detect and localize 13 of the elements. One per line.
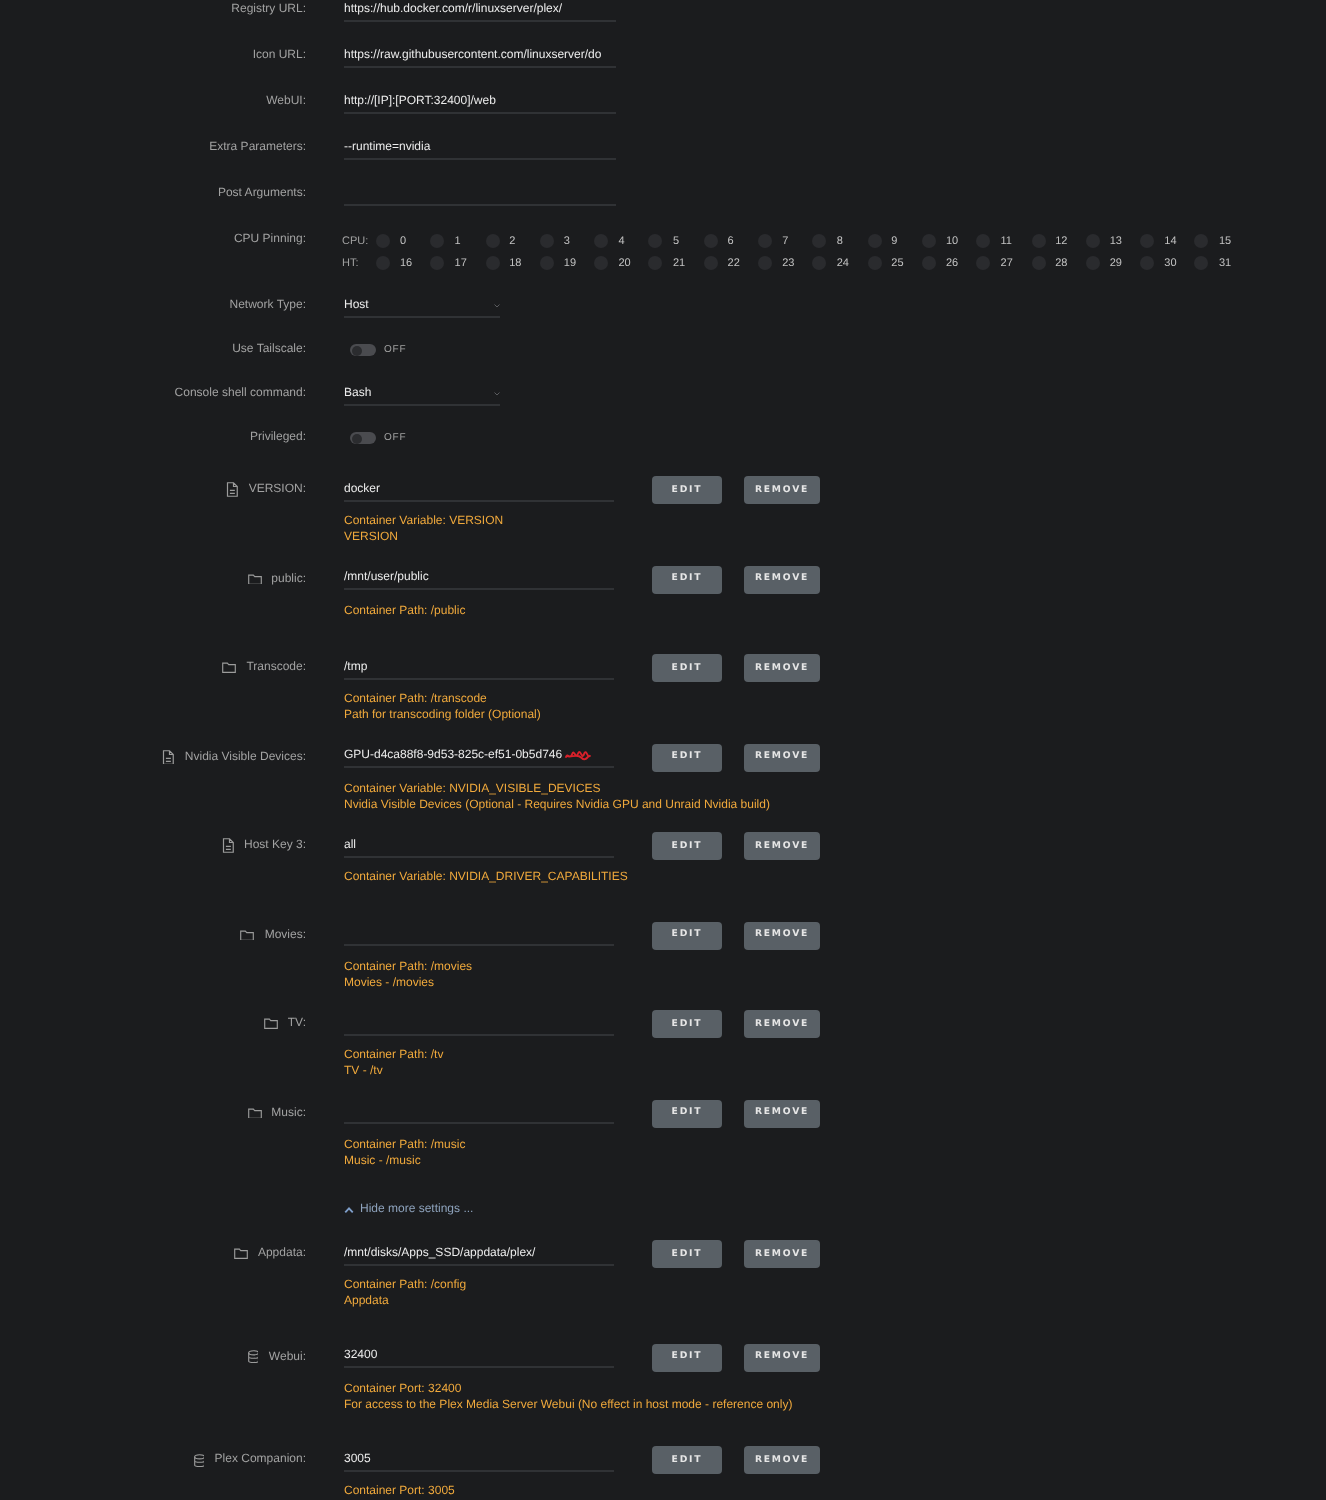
folder-icon bbox=[240, 929, 255, 941]
toggle-switch[interactable] bbox=[350, 432, 376, 444]
folder-icon bbox=[247, 1107, 262, 1119]
folder-icon bbox=[247, 573, 262, 585]
database-icon bbox=[193, 1453, 205, 1467]
folder-icon bbox=[222, 662, 237, 674]
toggle-switch[interactable] bbox=[350, 344, 376, 356]
folder-icon bbox=[263, 1018, 278, 1030]
document-icon bbox=[162, 749, 175, 765]
document-icon bbox=[221, 838, 234, 854]
document-icon bbox=[226, 482, 239, 498]
folder-icon bbox=[233, 1248, 248, 1260]
database-icon bbox=[247, 1350, 259, 1364]
